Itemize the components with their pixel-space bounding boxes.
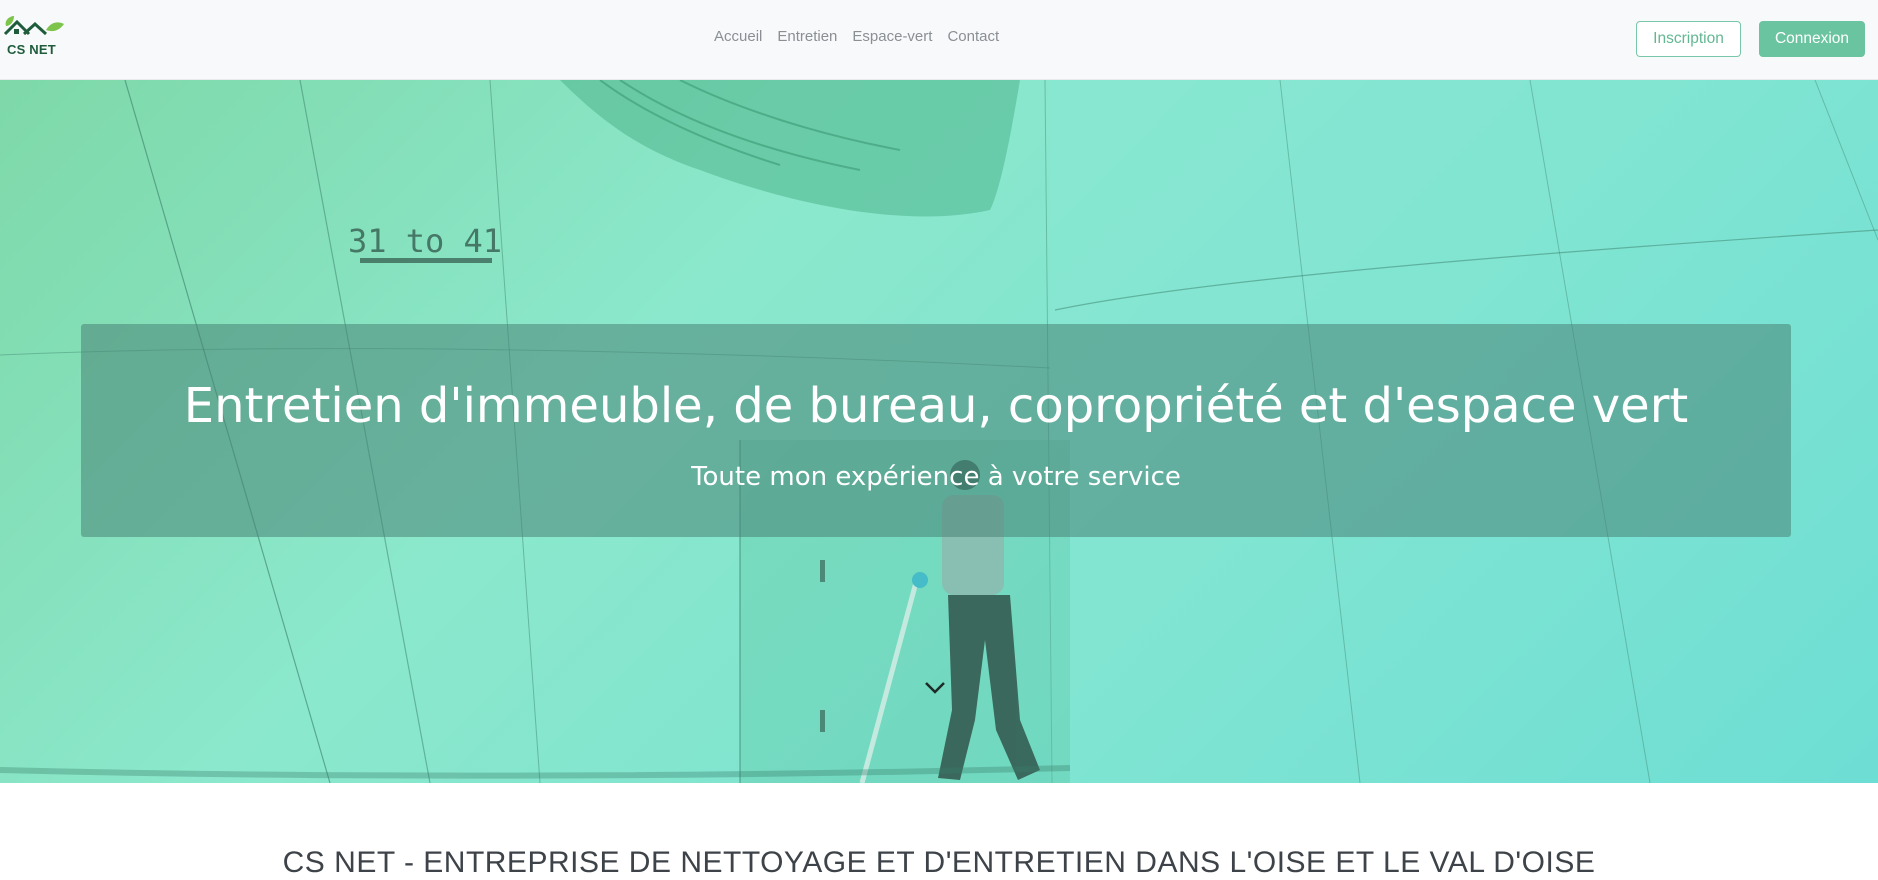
nav-item-espace-vert[interactable]: Espace-vert	[852, 28, 932, 45]
hero-caption-box: Entretien d'immeuble, de bureau, copropr…	[81, 324, 1791, 537]
hero-title: Entretien d'immeuble, de bureau, copropr…	[183, 378, 1689, 434]
section-heading: CS NET - ENTREPRISE DE NETTOYAGE ET D'EN…	[282, 846, 1596, 879]
hero-banner: 31 to 41 Entretien d'immeuble, de bureau…	[0, 80, 1878, 783]
login-button[interactable]: Connexion	[1759, 21, 1865, 57]
hero-sign-text: 31 to 41	[348, 222, 502, 260]
chevron-down-icon[interactable]	[923, 678, 947, 698]
nav-item-entretien[interactable]: Entretien	[777, 28, 837, 45]
hero-subtitle: Toute mon expérience à votre service	[691, 462, 1181, 492]
navbar: CS NET Accueil Entretien Espace-vert Con…	[0, 0, 1878, 80]
nav-item-accueil[interactable]: Accueil	[714, 28, 762, 45]
nav-item-contact[interactable]: Contact	[947, 28, 999, 45]
brand-name: CS NET	[7, 42, 56, 57]
house-leaf-icon	[3, 16, 64, 36]
main-nav: Accueil Entretien Espace-vert Contact	[714, 28, 999, 45]
signup-button[interactable]: Inscription	[1636, 21, 1741, 57]
brand-logo[interactable]: CS NET	[2, 12, 66, 60]
